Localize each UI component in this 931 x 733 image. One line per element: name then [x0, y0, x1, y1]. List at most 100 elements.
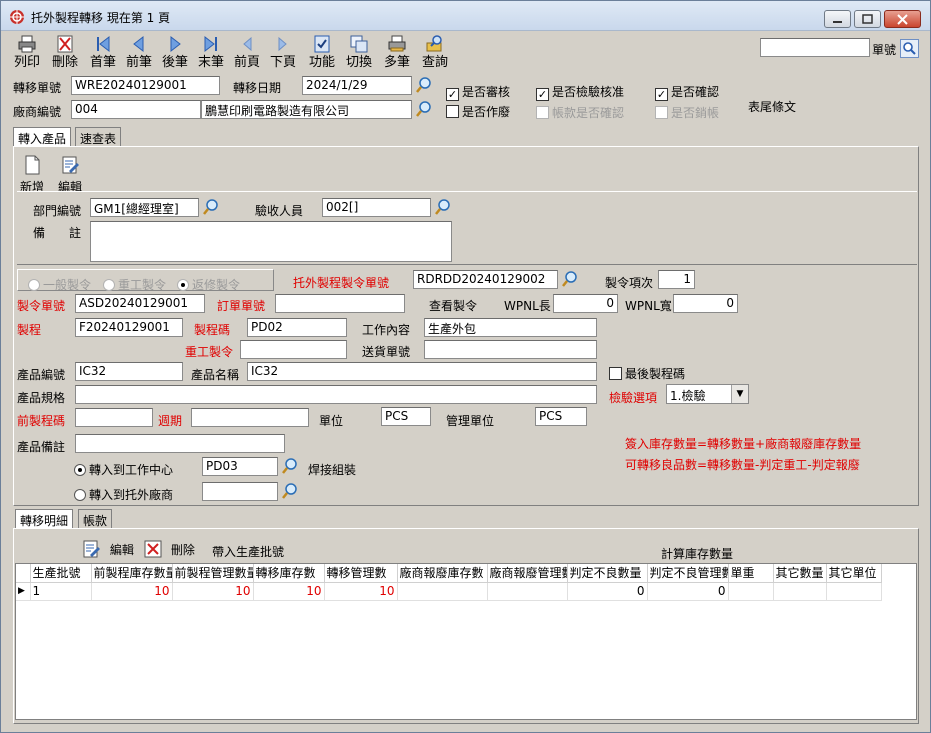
first-record-button[interactable]: 首筆 — [85, 34, 121, 72]
edit-button[interactable]: 編輯 — [56, 155, 84, 195]
detail-edit-button[interactable]: 編輯 — [81, 539, 134, 559]
grid-cell[interactable]: 0 — [567, 582, 648, 601]
detail-delete-button[interactable]: 刪除 — [143, 539, 195, 559]
order-item-field[interactable]: 1 — [658, 270, 695, 289]
order-no-field[interactable]: ASD20240129001 — [75, 294, 205, 313]
bring-batch-button[interactable]: 帶入生產批號 — [212, 543, 284, 560]
workcenter-lookup-icon[interactable] — [281, 457, 299, 475]
confirmed-checkbox[interactable]: ✓ 是否確認 — [655, 83, 719, 101]
reviewed-checkbox[interactable]: ✓ 是否審核 — [446, 83, 510, 101]
next-page-button[interactable]: 下頁 — [265, 34, 301, 72]
radio-to-vendor[interactable]: 轉入到托外廠商 — [74, 486, 173, 503]
grid-column-header[interactable]: 轉移庫存數 — [253, 564, 325, 583]
grid-cell[interactable]: 10 — [253, 582, 325, 601]
prev-page-button[interactable]: 前頁 — [229, 34, 265, 72]
function-button[interactable]: 功能 — [304, 34, 340, 72]
outsource-order-lookup-icon[interactable] — [561, 270, 579, 288]
transfer-no-field[interactable]: WRE20240129001 — [71, 76, 220, 95]
dept-lookup-icon[interactable] — [202, 198, 220, 216]
grid-column-header[interactable]: 轉移管理數 — [324, 564, 398, 583]
to-vendor-lookup-icon[interactable] — [281, 482, 299, 500]
view-order-link[interactable]: 查看製令 — [429, 297, 477, 314]
grid-cell[interactable] — [397, 582, 488, 601]
calc-stock-button[interactable]: 計算庫存數量 — [661, 545, 733, 562]
transfer-detail-grid[interactable]: 生產批號 前製程庫存數量 前製程管理數量 轉移庫存數 轉移管理數 廠商報廢庫存數… — [15, 563, 917, 720]
print-button[interactable]: 列印 — [9, 34, 45, 72]
toolbar-search-input[interactable] — [760, 38, 870, 57]
minimize-button[interactable] — [824, 10, 851, 28]
table-row[interactable]: ▶ 1 10 10 10 10 0 0 — [16, 582, 882, 601]
unit-field[interactable]: PCS — [381, 407, 431, 426]
last-record-button[interactable]: 末筆 — [193, 34, 229, 72]
cycle-field[interactable] — [191, 408, 309, 427]
grid-cell[interactable]: 10 — [172, 582, 254, 601]
grid-cell[interactable] — [728, 582, 774, 601]
to-vendor-field[interactable] — [202, 482, 278, 501]
spec-field[interactable] — [75, 385, 597, 404]
tab-import-products[interactable]: 轉入產品 — [13, 127, 72, 147]
grid-column-header[interactable]: 判定不良數量 — [567, 564, 648, 583]
remark-field[interactable] — [90, 221, 452, 262]
switch-button[interactable]: 切換 — [341, 34, 377, 72]
transfer-date-field[interactable]: 2024/1/29 — [302, 76, 412, 95]
checkbox-box — [446, 105, 459, 118]
unit-label: 單位 — [319, 414, 344, 428]
tab-quick-table[interactable]: 速查表 — [75, 127, 122, 147]
delete-button[interactable]: 刪除 — [47, 34, 83, 72]
mgmt-unit-field[interactable]: PCS — [535, 407, 587, 426]
wpnl-length-field[interactable]: 0 — [553, 294, 618, 313]
work-content-field[interactable]: 生產外包 — [424, 318, 597, 337]
date-lookup-icon[interactable] — [415, 76, 433, 94]
grid-column-header[interactable]: 前製程庫存數量 — [91, 564, 173, 583]
last-process-checkbox[interactable]: 最後製程碼 — [609, 365, 685, 382]
tab-transfer-detail[interactable]: 轉移明細 — [15, 509, 74, 529]
tab-account[interactable]: 帳款 — [78, 509, 113, 529]
cycle-label: 週期 — [158, 414, 183, 428]
grid-cell[interactable] — [487, 582, 568, 601]
product-remark-field[interactable] — [75, 434, 285, 453]
dept-field[interactable]: GM1[總經理室] — [90, 198, 199, 217]
grid-column-header[interactable]: 生產批號 — [30, 564, 92, 583]
grid-column-header[interactable]: 廠商報廢庫存數 — [397, 564, 488, 583]
prev-record-button[interactable]: 前筆 — [121, 34, 157, 72]
rework-field[interactable] — [240, 340, 347, 359]
close-button[interactable] — [884, 10, 921, 28]
inspector-lookup-icon[interactable] — [434, 198, 452, 216]
grid-column-header[interactable]: 其它數量 — [773, 564, 827, 583]
process-field[interactable]: F20240129001 — [75, 318, 183, 337]
query-button[interactable]: 查詢 — [417, 34, 453, 72]
void-checkbox[interactable]: 是否作廢 — [446, 103, 510, 120]
grid-column-header[interactable]: 其它單位 — [826, 564, 882, 583]
maximize-button[interactable] — [854, 10, 881, 28]
vendor-no-field[interactable]: 004 — [71, 100, 201, 119]
inspector-field[interactable]: 002[] — [322, 198, 431, 217]
delivery-no-field[interactable] — [424, 340, 597, 359]
purchase-no-field[interactable] — [275, 294, 405, 313]
grid-column-header[interactable]: 前製程管理數量 — [172, 564, 254, 583]
grid-cell[interactable] — [773, 582, 827, 601]
multi-record-button[interactable]: 多筆 — [379, 34, 415, 72]
inspection-approved-checkbox[interactable]: ✓ 是否檢驗核准 — [536, 83, 624, 101]
wpnl-width-field[interactable]: 0 — [673, 294, 738, 313]
workcenter-field[interactable]: PD03 — [202, 457, 278, 476]
process-code-field[interactable]: PD02 — [247, 318, 347, 337]
grid-column-header[interactable]: 單重 — [728, 564, 774, 583]
grid-column-header[interactable]: 判定不良管理數 — [647, 564, 729, 583]
radio-to-workcenter[interactable]: 轉入到工作中心 — [74, 461, 173, 478]
grid-cell[interactable] — [826, 582, 882, 601]
grid-cell[interactable]: 1 — [30, 582, 92, 601]
outsource-order-field[interactable]: RDRDD20240129002 — [413, 270, 558, 289]
grid-column-header[interactable]: 廠商報廢管理數 — [487, 564, 568, 583]
grid-cell[interactable]: 0 — [647, 582, 729, 601]
product-name-field[interactable]: IC32 — [247, 362, 597, 381]
next-record-button[interactable]: 後筆 — [157, 34, 193, 72]
prev-process-field[interactable] — [75, 408, 153, 427]
vendor-lookup-icon[interactable] — [415, 100, 433, 118]
grid-cell[interactable]: 10 — [91, 582, 173, 601]
add-button[interactable]: 新增 — [18, 155, 46, 195]
product-no-field[interactable]: IC32 — [75, 362, 183, 381]
grid-cell[interactable]: 10 — [324, 582, 398, 601]
inspect-option-select[interactable]: 1.檢驗 ▼ — [666, 384, 749, 404]
search-icon[interactable] — [900, 39, 919, 58]
footer-text-label[interactable]: 表尾條文 — [748, 98, 796, 115]
